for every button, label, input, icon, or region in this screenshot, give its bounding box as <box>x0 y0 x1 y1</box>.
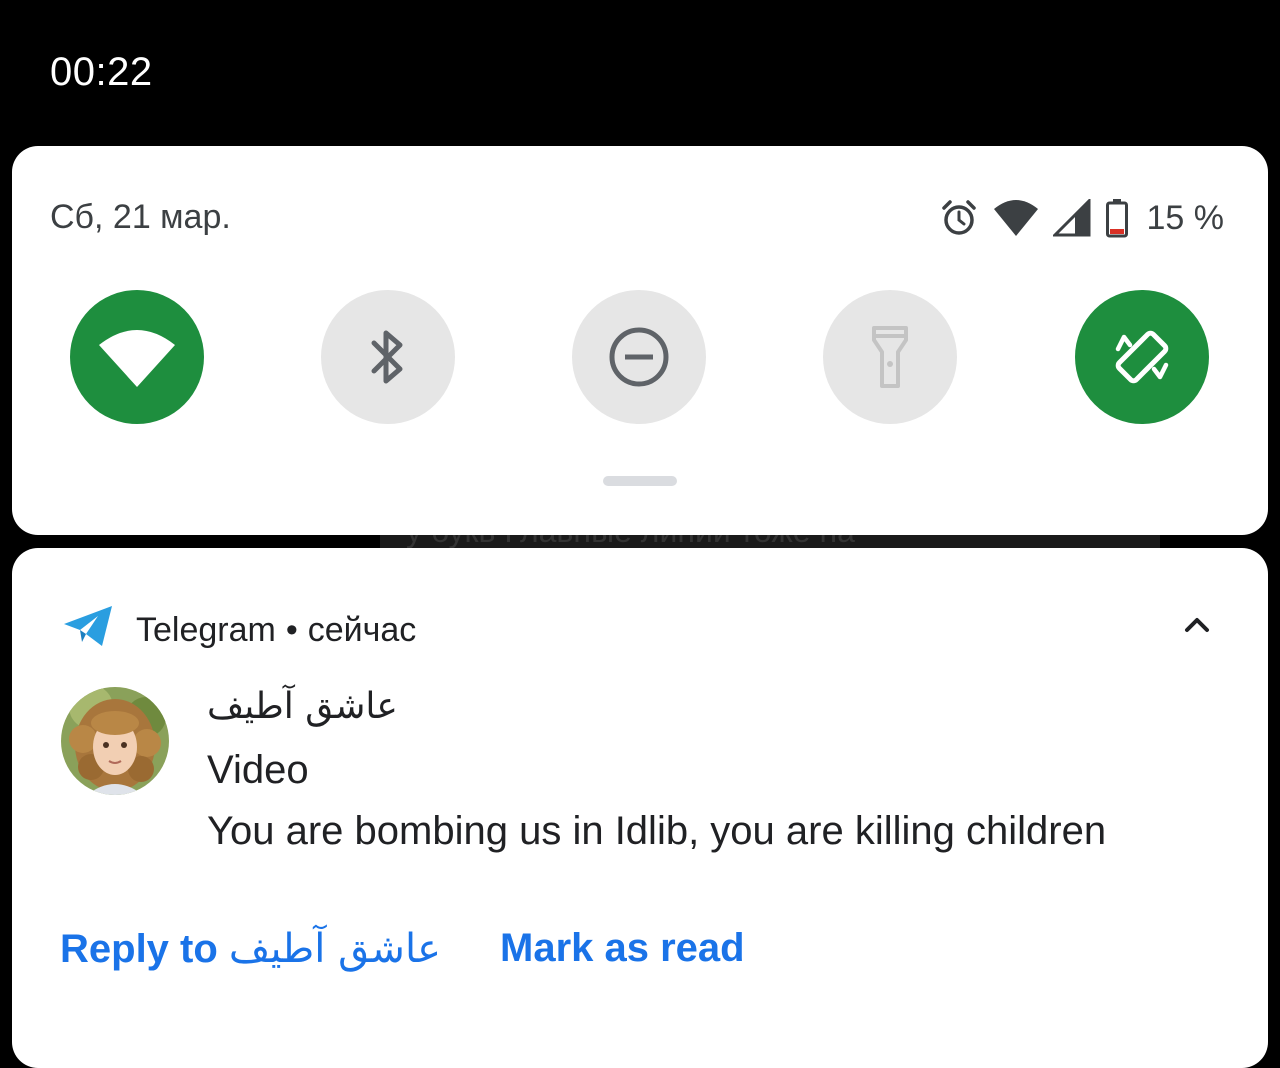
do-not-disturb-icon <box>607 325 671 389</box>
reply-target: عاشق آطيف <box>228 926 441 972</box>
date-label[interactable]: Сб, 21 мар. <box>50 198 231 237</box>
telegram-icon <box>62 604 114 657</box>
background-text: у букв Главные линии тоже на <box>406 535 855 549</box>
battery-percentage: 15 % <box>1146 198 1225 237</box>
sender-name: عاشق آطيف <box>207 686 398 727</box>
telegram-notification[interactable]: Telegram • сейчас عاشق آطيف Video You are … <box>12 548 1268 1068</box>
tile-flashlight[interactable] <box>823 290 957 424</box>
reply-label: Reply to <box>60 927 218 971</box>
app-name: Telegram <box>136 611 276 649</box>
mark-as-read-button[interactable]: Mark as read <box>500 926 745 971</box>
background-content-peek: у букв Главные линии тоже на <box>380 535 1160 549</box>
tile-wifi[interactable] <box>70 290 204 424</box>
tile-bluetooth[interactable] <box>321 290 455 424</box>
header-separator: • <box>285 611 298 649</box>
wifi-icon <box>97 327 177 387</box>
notification-time: сейчас <box>307 611 417 649</box>
quick-settings-panel: Сб, 21 мар. 15 % <box>12 146 1268 535</box>
tile-auto-rotate[interactable] <box>1075 290 1209 424</box>
status-icons: 15 % <box>939 196 1225 240</box>
message-body: You are bombing us in Idlib, you are kil… <box>207 809 1107 853</box>
reply-button[interactable]: Reply to عاشق آطيف <box>60 926 441 972</box>
status-bar-clock: 00:22 <box>50 50 153 94</box>
drag-handle[interactable] <box>603 476 677 486</box>
notification-header: Telegram • сейчас <box>62 604 416 657</box>
wifi-signal-icon <box>993 199 1039 237</box>
flashlight-icon <box>870 324 910 390</box>
chevron-up-icon[interactable] <box>1182 610 1212 640</box>
auto-rotate-icon <box>1110 325 1174 389</box>
message-title: Video <box>207 748 309 792</box>
cellular-signal-icon <box>1052 199 1091 237</box>
avatar <box>61 687 169 795</box>
bluetooth-icon <box>366 327 410 387</box>
alarm-icon <box>939 198 979 238</box>
battery-icon <box>1105 198 1129 238</box>
tile-do-not-disturb[interactable] <box>572 290 706 424</box>
